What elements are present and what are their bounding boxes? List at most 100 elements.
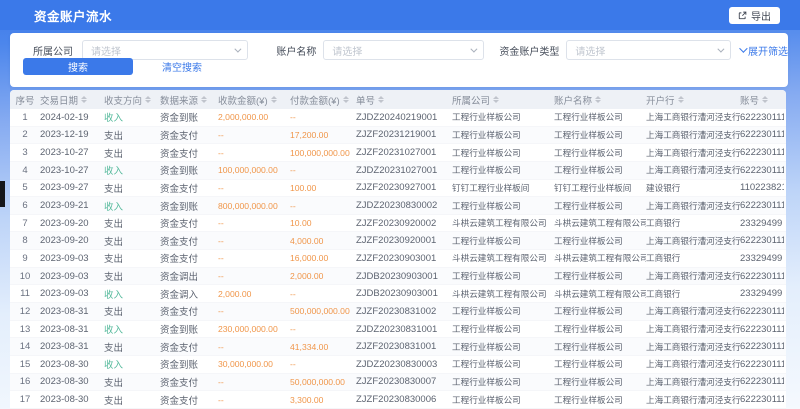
cell-account-number: 622230111 <box>740 112 784 123</box>
sort-caret-icon[interactable] <box>678 96 684 103</box>
cell-no: 8 <box>10 235 40 246</box>
cell-no: 6 <box>10 200 40 211</box>
sort-caret-icon[interactable] <box>201 96 207 103</box>
cell-bank: 工商银行 <box>646 217 740 229</box>
cell-account-name: 工程行业样板公司 <box>554 129 646 141</box>
sort-caret-icon[interactable] <box>81 96 87 103</box>
export-button-label: 导出 <box>751 8 771 23</box>
cell-account-name: 斗栱云建筑工程有限公司 <box>554 252 646 264</box>
column-header-label: 账户名称 <box>554 93 592 107</box>
cell-company: 工程行业样板公司 <box>452 129 554 141</box>
cell-source: 资金调出 <box>160 269 218 283</box>
table-row: 32023-10-27支出资金支付--100,000,000.00ZJZF202… <box>10 144 786 162</box>
table-row: 112023-09-03收入资金调入2,000.00--ZJDB20230903… <box>10 285 786 303</box>
table-row: 72023-09-20支出资金支付--10.00ZJZF20230920002斗… <box>10 215 786 233</box>
cell-date: 2023-09-03 <box>40 253 104 264</box>
cell-date: 2023-08-31 <box>40 324 104 335</box>
cell-no: 17 <box>10 394 40 405</box>
column-header-direction[interactable]: 收支方向 <box>104 93 160 107</box>
cell-source: 资金支付 <box>160 216 218 230</box>
account-type-select[interactable]: 请选择 <box>566 40 731 60</box>
cell-company: 斗栱云建筑工程有限公司 <box>452 252 554 264</box>
expand-filter-label: 展开筛选 <box>748 43 788 58</box>
cell-order-number: ZJZF20231219001 <box>356 129 452 140</box>
table-row: 172023-08-30支出资金支付--3,300.00ZJZF20230830… <box>10 391 786 409</box>
account-name-select[interactable]: 请选择 <box>323 40 484 60</box>
company-select[interactable]: 请选择 <box>82 40 248 60</box>
column-header-label: 账号 <box>740 93 759 107</box>
cell-company: 工程行业样板公司 <box>452 341 554 353</box>
cell-bank: 上海工商银行漕河泾支行 <box>646 147 740 159</box>
cell-receive-amount: -- <box>218 395 290 405</box>
cell-order-number: ZJDZ20230830003 <box>356 359 452 370</box>
column-header-label: 所属公司 <box>452 93 490 107</box>
cell-pay-amount: -- <box>290 165 356 175</box>
cell-pay-amount: -- <box>290 201 356 211</box>
cell-pay-amount: 17,200.00 <box>290 130 356 140</box>
cell-order-number: ZJDZ20231027001 <box>356 165 452 176</box>
export-button[interactable]: 导出 <box>729 7 780 24</box>
column-header-pay[interactable]: 付款金额(¥) <box>290 93 356 107</box>
clear-search-button[interactable]: 清空搜索 <box>162 59 202 74</box>
search-button[interactable]: 搜索 <box>23 58 133 75</box>
table-row: 162023-08-30支出资金支付--50,000,000.00ZJZF202… <box>10 374 786 392</box>
cell-order-number: ZJZF20230903001 <box>356 253 452 264</box>
sort-caret-icon[interactable] <box>378 96 384 103</box>
account-name-filter-label: 账户名称 <box>276 43 316 58</box>
cell-pay-amount: -- <box>290 289 356 299</box>
cell-company: 工程行业样板公司 <box>452 270 554 282</box>
company-filter-label: 所属公司 <box>33 43 73 58</box>
cell-company: 斗栱云建筑工程有限公司 <box>452 288 554 300</box>
column-header-label: 收支方向 <box>104 93 142 107</box>
cell-source: 资金到账 <box>160 199 218 213</box>
cell-bank: 上海工商银行漕河泾支行 <box>646 394 740 406</box>
column-header-order[interactable]: 单号 <box>356 93 452 107</box>
cell-account-number: 622230111 <box>740 235 784 246</box>
cell-direction: 支出 <box>104 375 160 389</box>
cell-company: 工程行业样板公司 <box>452 376 554 388</box>
sort-caret-icon[interactable] <box>595 96 601 103</box>
cell-direction: 支出 <box>104 216 160 230</box>
sort-caret-icon[interactable] <box>343 96 349 103</box>
cell-no: 1 <box>10 112 40 123</box>
column-header-source[interactable]: 数据来源 <box>160 93 218 107</box>
cell-receive-amount: 800,000,000.00 <box>218 201 290 211</box>
column-header-account[interactable]: 账户名称 <box>554 93 646 107</box>
cell-pay-amount: 500,000,000.00 <box>290 306 356 316</box>
cell-receive-amount: 2,000.00 <box>218 289 290 299</box>
column-header-bank[interactable]: 开户行 <box>646 93 740 107</box>
cell-no: 13 <box>10 324 40 335</box>
column-header-date[interactable]: 交易日期 <box>40 93 104 107</box>
cell-account-name: 工程行业样板公司 <box>554 376 646 388</box>
chevron-down-icon <box>471 45 478 52</box>
cell-date: 2023-08-31 <box>40 306 104 317</box>
column-header-number[interactable]: 账号 <box>740 93 784 107</box>
filter-panel: 所属公司 请选择 账户名称 请选择 资金账户类型 请选择 展开筛选 搜索 清空搜… <box>10 33 788 87</box>
sort-caret-icon[interactable] <box>762 96 768 103</box>
cell-order-number: ZJZF20231027001 <box>356 147 452 158</box>
cell-direction: 收入 <box>104 357 160 371</box>
table-row: 152023-08-30收入资金到账30,000,000.00--ZJDZ202… <box>10 356 786 374</box>
cell-account-number: 622230111 <box>740 271 784 282</box>
sort-caret-icon[interactable] <box>271 96 277 103</box>
cell-company: 工程行业样板公司 <box>452 164 554 176</box>
cell-bank: 上海工商银行漕河泾支行 <box>646 164 740 176</box>
column-header-receive[interactable]: 收款金额(¥) <box>218 93 290 107</box>
cell-receive-amount: 30,000,000.00 <box>218 359 290 369</box>
cell-pay-amount: -- <box>290 359 356 369</box>
cell-order-number: ZJDB20230903001 <box>356 288 452 299</box>
cell-source: 资金支付 <box>160 393 218 407</box>
cell-bank: 上海工商银行漕河泾支行 <box>646 358 740 370</box>
expand-filter-link[interactable]: 展开筛选 <box>739 43 788 58</box>
cell-date: 2023-08-30 <box>40 376 104 387</box>
account-type-select-placeholder: 请选择 <box>575 43 605 58</box>
cell-pay-amount: -- <box>290 112 356 122</box>
cell-no: 12 <box>10 306 40 317</box>
account-type-filter-label: 资金账户类型 <box>499 43 559 58</box>
cell-date: 2024-02-19 <box>40 112 104 123</box>
sort-caret-icon[interactable] <box>145 96 151 103</box>
chevron-down-icon <box>717 45 724 52</box>
cell-account-number: 110223821 <box>740 182 784 193</box>
sort-caret-icon[interactable] <box>493 96 499 103</box>
column-header-company[interactable]: 所属公司 <box>452 93 554 107</box>
